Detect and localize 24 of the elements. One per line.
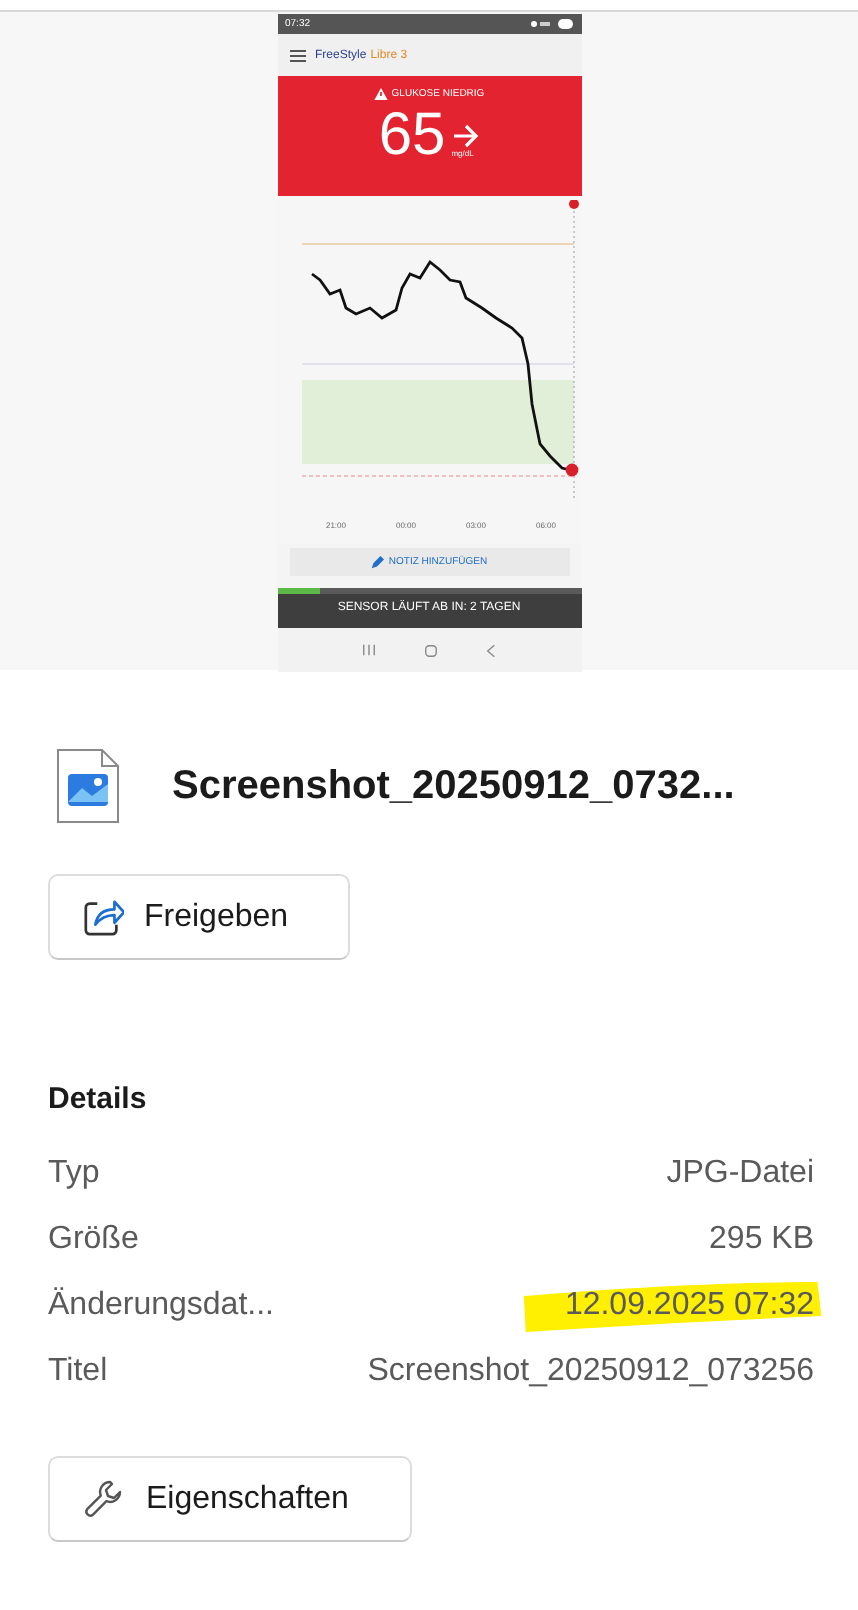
property-label: Größe	[48, 1221, 139, 1257]
image-file-icon	[56, 748, 120, 824]
property-value: 295 KB	[709, 1221, 814, 1257]
pencil-icon	[370, 555, 385, 569]
properties-button[interactable]: Eigenschaften	[48, 1456, 412, 1542]
property-label: Titel	[48, 1353, 108, 1389]
section-heading: Details	[48, 1082, 149, 1116]
glucose-reading: 65	[378, 104, 446, 168]
status-icons	[529, 18, 573, 30]
back-icon[interactable]	[486, 643, 497, 657]
property-value: JPG-Datei	[666, 1155, 814, 1191]
warning-icon	[373, 88, 388, 100]
share-button[interactable]: Freigeben	[48, 874, 350, 960]
wrench-icon	[82, 1477, 126, 1521]
file-name: Screenshot_20250912_0732...	[172, 763, 735, 809]
recent-apps-icon[interactable]	[361, 644, 376, 656]
menu-icon[interactable]	[289, 49, 305, 61]
arrow-icon	[451, 123, 480, 147]
home-icon[interactable]	[423, 643, 438, 657]
property-label: Typ	[48, 1155, 100, 1191]
property-label: Änderungsdat...	[48, 1287, 274, 1323]
property-value: Screenshot_20250912_073256	[367, 1353, 814, 1389]
property-value: 12.09.2025 07:32	[564, 1287, 814, 1323]
share-icon	[82, 896, 124, 938]
